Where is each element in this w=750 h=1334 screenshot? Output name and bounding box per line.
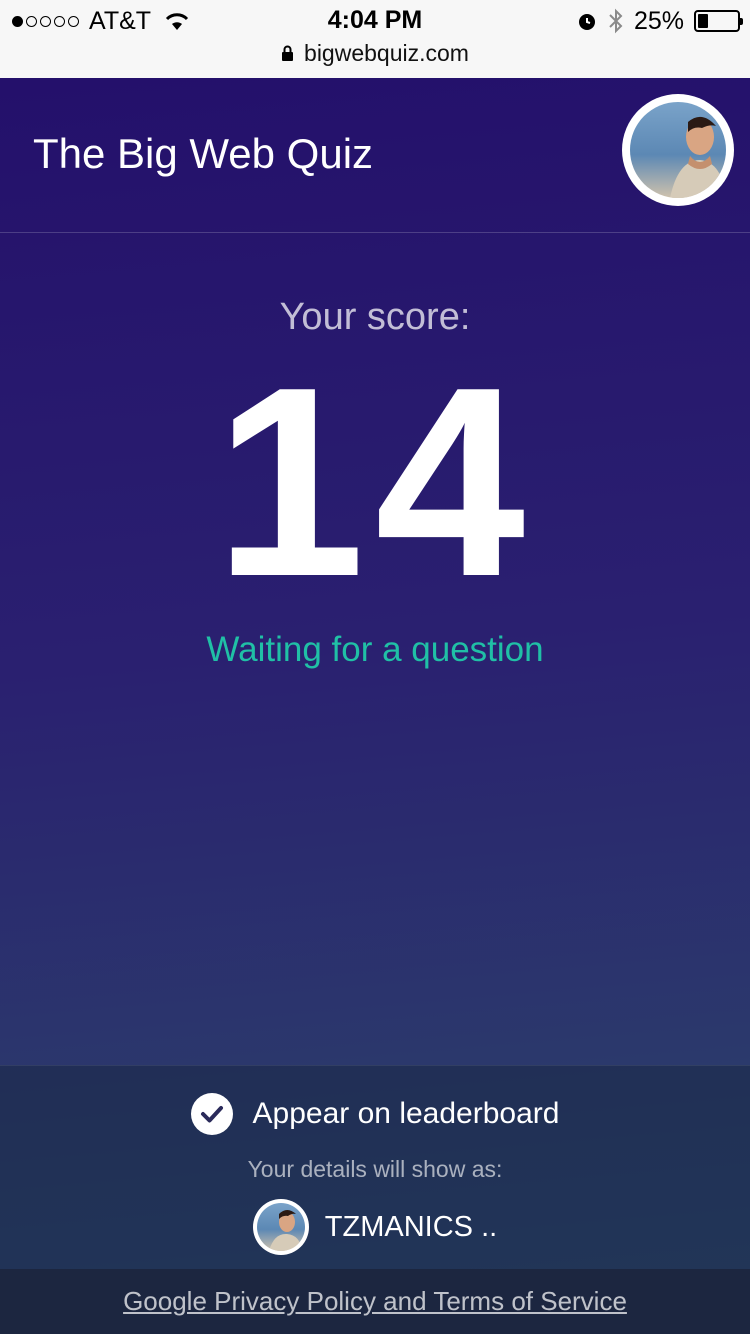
leaderboard-identity: TZMANICS .. (0, 1199, 750, 1255)
ios-status-bar: AT&T 4:04 PM 25% bigwebquiz.com (0, 0, 750, 78)
details-label: Your details will show as: (247, 1156, 503, 1182)
quiz-status: Waiting for a question (206, 630, 544, 669)
legal-footer: Google Privacy Policy and Terms of Servi… (0, 1269, 750, 1334)
status-right: 25% (576, 6, 743, 36)
quiz-app: The Big Web Quiz Your score: 14 Waiting … (0, 78, 750, 1334)
checkmark-icon[interactable] (190, 1093, 233, 1135)
battery-icon (694, 10, 743, 32)
address-bar[interactable]: bigwebquiz.com (0, 40, 750, 67)
battery-percent: 25% (633, 6, 684, 35)
privacy-terms-link[interactable]: Google Privacy Policy and Terms of Servi… (123, 1286, 627, 1317)
leaderboard-label[interactable]: Appear on leaderboard (253, 1097, 560, 1131)
leaderboard-toggle[interactable]: Appear on leaderboard (0, 1093, 750, 1135)
leaderboard-panel: Appear on leaderboard Your details will … (0, 1065, 750, 1269)
avatar (252, 1199, 309, 1255)
person-photo-icon (268, 1210, 302, 1251)
avatar-photo (630, 102, 726, 198)
display-name: TZMANICS .. (324, 1210, 498, 1243)
score-value: 14 (214, 332, 536, 633)
alarm-icon (578, 14, 595, 30)
page-title: The Big Web Quiz (33, 130, 374, 177)
lock-icon (282, 45, 294, 61)
app-header: The Big Web Quiz (0, 78, 750, 233)
user-avatar[interactable] (622, 94, 734, 206)
bluetooth-icon (609, 8, 623, 34)
person-photo-icon (670, 116, 726, 198)
url-text: bigwebquiz.com (304, 40, 469, 66)
